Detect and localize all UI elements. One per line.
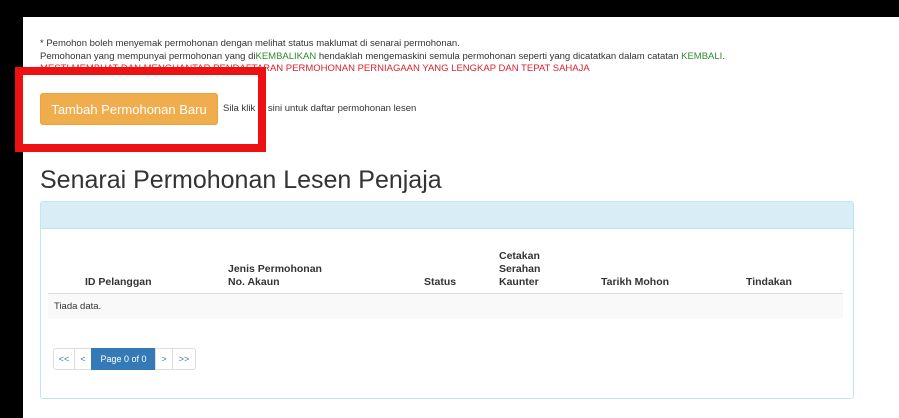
pager-prev-button[interactable]: < xyxy=(74,348,92,370)
column-header-jenis-permohonan[interactable]: Jenis Permohonan No. Akaun xyxy=(228,263,322,289)
panel-heading xyxy=(41,202,853,229)
pager-first-button[interactable]: << xyxy=(53,348,75,370)
pager-next-button[interactable]: > xyxy=(155,348,173,370)
kembalikan-text: KEMBALIKAN xyxy=(255,50,317,62)
screen-frame-left xyxy=(0,0,23,418)
page-title: Senarai Permohonan Lesen Penjaja xyxy=(40,166,442,194)
pagination: << < Page 0 of 0 > >> xyxy=(53,348,196,370)
pager-page-indicator: Page 0 of 0 xyxy=(91,348,156,370)
screen-frame-top xyxy=(0,0,899,17)
highlight-annotation-box xyxy=(15,67,266,152)
notice-line-2: Pemohonan yang mempunyai permohonan yang… xyxy=(40,51,725,64)
column-header-tindakan[interactable]: Tindakan xyxy=(746,276,792,289)
notice-line-2-end: . xyxy=(722,50,725,62)
column-header-status[interactable]: Status xyxy=(424,276,456,289)
notice-line-1: * Pemohon boleh menyemak permohonan deng… xyxy=(40,38,460,49)
table-empty-row: Tiada data. xyxy=(48,294,843,319)
column-header-id-pelanggan[interactable]: ID Pelanggan xyxy=(85,276,152,289)
pager-last-button[interactable]: >> xyxy=(172,348,196,370)
column-header-tarikh-mohon[interactable]: Tarikh Mohon xyxy=(601,276,669,289)
kembali-text: KEMBALI xyxy=(681,50,723,62)
notice-line-2-start: Pemohonan yang mempunyai permohonan yang… xyxy=(40,50,256,62)
column-header-cetakan-serahan-kaunter[interactable]: Cetakan Serahan Kaunter xyxy=(499,250,540,289)
notice-line-2-middle: hendaklah mengemaskini semula permohonan… xyxy=(316,50,682,62)
